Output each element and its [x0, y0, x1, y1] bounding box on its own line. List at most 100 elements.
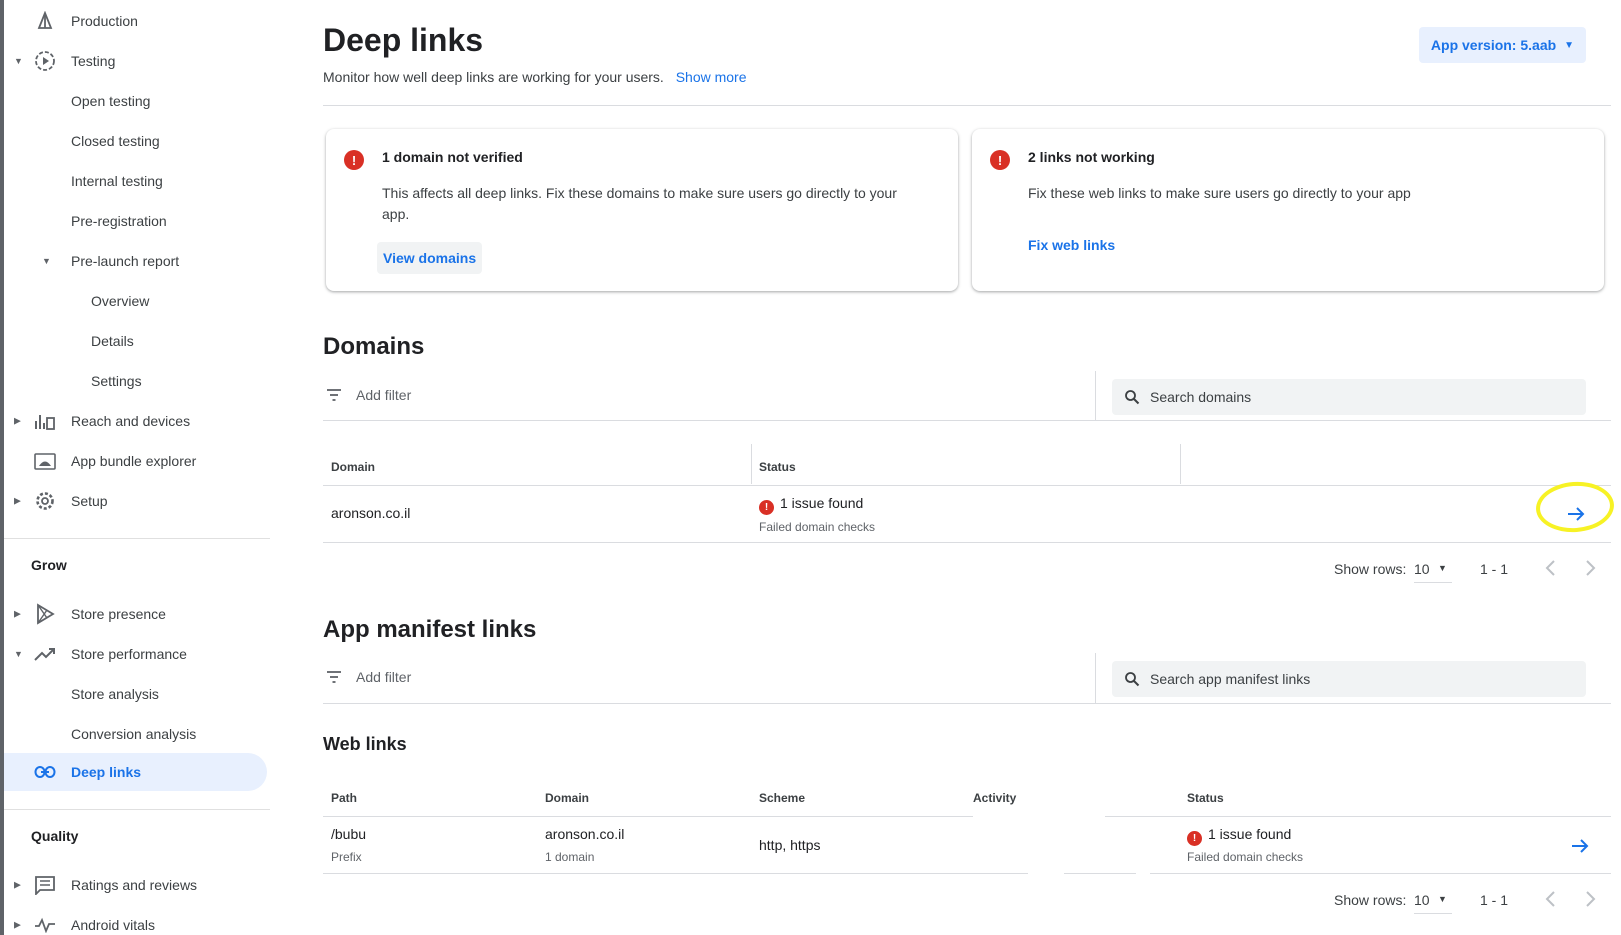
row-divider — [1150, 873, 1611, 874]
sidebar-item-overview[interactable]: Overview — [4, 282, 270, 320]
app-version-dropdown[interactable]: App version: 5.aab ▼ — [1419, 27, 1586, 63]
add-filter-button[interactable]: Add filter — [356, 669, 411, 685]
chevron-left-icon[interactable] — [1540, 557, 1562, 579]
sidebar-section-quality: Quality — [31, 828, 79, 844]
chevron-right-icon[interactable]: ▶ — [14, 880, 21, 891]
filter-divider — [1095, 371, 1096, 421]
error-icon: ! — [1187, 831, 1202, 846]
sidebar-item-store-presence[interactable]: ▶ Store presence — [4, 595, 270, 633]
show-more-link[interactable]: Show more — [676, 69, 747, 85]
page-description: Monitor how well deep links are working … — [323, 69, 664, 85]
card-body: This affects all deep links. Fix these d… — [382, 185, 897, 222]
arrow-right-icon[interactable] — [1568, 834, 1592, 858]
domain-count: 1 domain — [545, 850, 595, 864]
search-domains-input[interactable] — [1150, 389, 1550, 405]
chevron-right-icon[interactable] — [1579, 557, 1601, 579]
chevron-down-icon[interactable]: ▼ — [42, 256, 51, 266]
chevron-right-icon[interactable]: ▶ — [14, 416, 21, 427]
highlight-annotation — [1534, 479, 1616, 535]
column-header-domain[interactable]: Domain — [545, 791, 589, 805]
sidebar-item-app-bundle-explorer[interactable]: App bundle explorer — [4, 442, 270, 480]
sidebar-item-conversion-analysis[interactable]: Conversion analysis — [4, 715, 270, 753]
path-type: Prefix — [331, 850, 362, 864]
chevron-down-icon[interactable]: ▼ — [14, 649, 23, 659]
sidebar-item-label: Setup — [71, 493, 108, 509]
sidebar-item-label: Overview — [91, 293, 150, 309]
sidebar-item-label: Store performance — [71, 646, 187, 662]
column-header-status[interactable]: Status — [1187, 791, 1224, 805]
sidebar-item-label: Closed testing — [71, 133, 160, 149]
status-detail: Failed domain checks — [1187, 850, 1304, 864]
chevron-right-icon[interactable]: ▶ — [14, 609, 21, 620]
header-divider — [323, 105, 1611, 106]
sidebar-item-store-analysis[interactable]: Store analysis — [4, 675, 270, 713]
chevron-down-icon[interactable]: ▼ — [14, 56, 23, 66]
chevron-right-icon[interactable]: ▶ — [14, 920, 21, 931]
sidebar-item-settings[interactable]: Settings — [4, 362, 270, 400]
filter-bottom-divider — [323, 703, 1611, 704]
column-header-activity[interactable]: Activity — [973, 791, 1016, 805]
links-not-working-card: ! 2 links not working Fix these web link… — [972, 129, 1604, 291]
sidebar-item-label: Android vitals — [71, 917, 156, 933]
sidebar-item-ratings-and-reviews[interactable]: ▶ Ratings and reviews — [4, 866, 270, 904]
fix-web-links-button[interactable]: Fix web links — [1028, 229, 1115, 261]
rows-per-page-label: Show rows: — [1334, 892, 1407, 908]
table-header-divider — [1105, 816, 1611, 817]
search-manifest-box — [1112, 661, 1586, 697]
error-icon: ! — [990, 150, 1010, 170]
sidebar-item-label: Details — [91, 333, 134, 349]
rows-per-page-select[interactable]: 10 ▼ — [1414, 555, 1452, 583]
sidebar-divider — [4, 809, 270, 810]
sidebar-item-production[interactable]: Production — [4, 2, 270, 40]
reviews-icon — [34, 874, 56, 896]
caret-down-icon: ▼ — [1564, 39, 1575, 51]
add-filter-button[interactable]: Add filter — [356, 387, 411, 403]
sidebar-item-label: Internal testing — [71, 173, 163, 189]
link-icon — [34, 761, 56, 783]
filter-icon[interactable] — [325, 668, 343, 686]
sidebar-item-reach-and-devices[interactable]: ▶ Reach and devices — [4, 402, 270, 440]
column-header-domain[interactable]: Domain — [331, 460, 375, 474]
chevron-right-icon[interactable] — [1579, 888, 1601, 910]
sidebar-item-pre-registration[interactable]: Pre-registration — [4, 202, 270, 240]
play-icon — [34, 603, 56, 625]
sidebar-item-label: App bundle explorer — [71, 453, 197, 469]
view-domains-button[interactable]: View domains — [377, 242, 483, 274]
sidebar-item-deep-links[interactable]: Deep links — [4, 753, 267, 791]
sidebar-item-closed-testing[interactable]: Closed testing — [4, 122, 270, 160]
sidebar-item-store-performance[interactable]: ▼ Store performance — [4, 635, 270, 673]
status-detail: Failed domain checks — [759, 520, 876, 534]
sidebar-item-setup[interactable]: ▶ Setup — [4, 482, 270, 520]
domain-cell: aronson.co.il — [545, 826, 625, 842]
web-links-pagination: Show rows: 10 ▼ 1 - 1 — [1334, 886, 1604, 916]
column-header-path[interactable]: Path — [331, 791, 357, 805]
rows-per-page-select[interactable]: 10 ▼ — [1414, 886, 1452, 914]
sidebar-item-android-vitals[interactable]: ▶ Android vitals — [4, 906, 270, 935]
sidebar-item-details[interactable]: Details — [4, 322, 270, 360]
page-range: 1 - 1 — [1480, 892, 1509, 908]
error-icon: ! — [344, 150, 364, 170]
row-divider — [323, 873, 1028, 874]
search-manifest-input[interactable] — [1150, 671, 1550, 687]
column-header-scheme[interactable]: Scheme — [759, 791, 805, 805]
sidebar-item-label: Open testing — [71, 93, 151, 109]
filter-divider — [1095, 653, 1096, 703]
chevron-right-icon[interactable]: ▶ — [14, 496, 21, 507]
search-domains-box — [1112, 379, 1586, 415]
sidebar-item-open-testing[interactable]: Open testing — [4, 82, 270, 120]
filter-icon[interactable] — [325, 386, 343, 404]
chevron-left-icon[interactable] — [1540, 888, 1562, 910]
path-cell: /bubu — [331, 826, 367, 842]
sidebar-item-internal-testing[interactable]: Internal testing — [4, 162, 270, 200]
search-icon — [1125, 672, 1140, 687]
sidebar-item-label: Settings — [91, 373, 142, 389]
bar-chart-icon — [34, 410, 56, 432]
sidebar-item-pre-launch-report[interactable]: ▼ Pre-launch report — [4, 242, 270, 280]
caret-down-icon: ▼ — [1438, 894, 1447, 904]
status-text: 1 issue found — [1208, 826, 1292, 842]
column-header-status[interactable]: Status — [759, 460, 796, 474]
sidebar-item-label: Ratings and reviews — [71, 877, 198, 893]
web-links-title: Web links — [323, 734, 407, 754]
table-header-divider — [323, 816, 973, 817]
sidebar-item-testing[interactable]: ▼ Testing — [4, 42, 270, 80]
